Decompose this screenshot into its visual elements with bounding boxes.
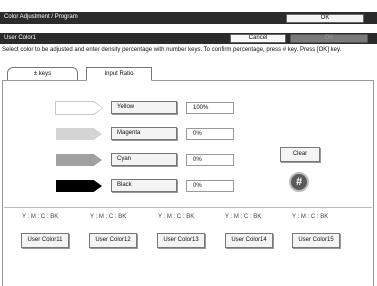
user-color14-button[interactable]: User Color14 bbox=[225, 233, 273, 248]
yellow-swatch-arrow bbox=[56, 102, 102, 114]
black-value: 0% bbox=[186, 180, 234, 192]
clear-button[interactable]: Clear bbox=[280, 147, 320, 162]
user-color13-button[interactable]: User Color13 bbox=[157, 233, 205, 248]
yellow-value: 100% bbox=[186, 102, 234, 114]
ok-disabled-button: OK bbox=[290, 34, 368, 43]
user-color15-ratio: Y : M : C : BK bbox=[292, 214, 329, 220]
user-color15-button[interactable]: User Color15 bbox=[292, 233, 340, 248]
tab-plus-minus-keys[interactable]: ± keys bbox=[7, 67, 78, 81]
cyan-value: 0% bbox=[186, 154, 234, 166]
black-swatch-arrow bbox=[56, 180, 102, 192]
user-color-title: User Color1 bbox=[4, 35, 37, 41]
window-title: Color Adjustment / Program bbox=[4, 14, 78, 20]
magenta-button[interactable]: Magenta bbox=[111, 127, 177, 140]
divider bbox=[4, 207, 372, 208]
tab-input-ratio[interactable]: Input Ratio bbox=[86, 67, 152, 81]
cancel-button[interactable]: Cancel bbox=[230, 34, 286, 43]
user-color11-button[interactable]: User Color11 bbox=[21, 233, 69, 248]
hash-key-button[interactable]: # bbox=[289, 172, 309, 192]
cyan-button[interactable]: Cyan bbox=[111, 153, 177, 166]
black-button[interactable]: Black bbox=[111, 179, 177, 192]
ok-button[interactable]: OK bbox=[286, 14, 364, 23]
user-color12-ratio: Y : M : C : BK bbox=[90, 214, 127, 220]
yellow-button[interactable]: Yellow bbox=[111, 101, 177, 114]
magenta-swatch-arrow bbox=[56, 128, 102, 140]
user-color13-ratio: Y : M : C : BK bbox=[158, 214, 195, 220]
magenta-value: 0% bbox=[186, 128, 234, 140]
instructions-text: Select color to be adjusted and enter de… bbox=[2, 47, 342, 53]
user-color12-button[interactable]: User Color12 bbox=[89, 233, 137, 248]
user-color14-ratio: Y : M : C : BK bbox=[225, 214, 262, 220]
cyan-swatch-arrow bbox=[56, 154, 102, 166]
user-color11-ratio: Y : M : C : BK bbox=[22, 214, 59, 220]
